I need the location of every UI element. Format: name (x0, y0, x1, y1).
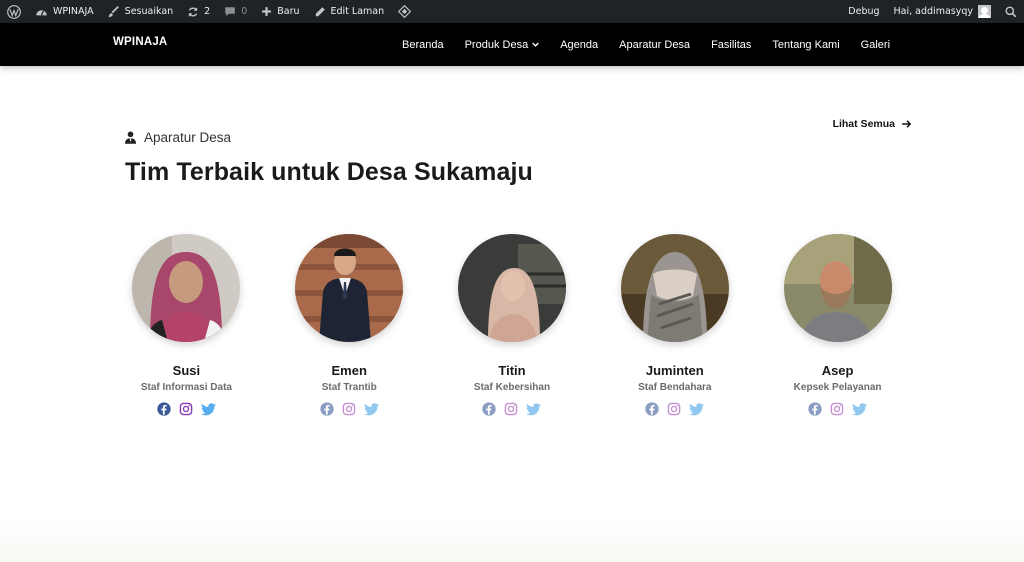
brush-icon (108, 5, 119, 17)
debug-label: Debug (848, 6, 880, 17)
member-role: Staf Informasi Data (140, 382, 232, 393)
instagram-icon[interactable] (667, 402, 681, 416)
comments-count: 0 (241, 6, 248, 17)
updates-count: 2 (204, 6, 211, 17)
member-name: Asep (821, 363, 854, 378)
customize-link[interactable]: Sesuaikan (101, 0, 180, 23)
member-socials (157, 402, 216, 416)
avatar (978, 5, 991, 18)
nav-produk-desa-label: Produk Desa (464, 38, 529, 51)
comments-link[interactable]: 0 (217, 0, 254, 23)
member-role: Staf Trantib (321, 382, 377, 393)
nav-galeri[interactable]: Galeri (861, 39, 890, 51)
member-photo (295, 234, 404, 342)
next-section-edge (0, 515, 1024, 562)
section-eyebrow: Aparatur Desa (125, 130, 231, 145)
member-socials (808, 402, 868, 416)
member-socials (645, 402, 705, 416)
edit-label: Edit Laman (330, 6, 385, 17)
nav-fasilitas[interactable]: Fasilitas (711, 39, 751, 51)
site-header: WPINAJA Beranda Produk Desa Agenda Apara… (0, 23, 1024, 66)
facebook-icon[interactable] (320, 402, 334, 416)
wp-admin-bar: WPINAJA Sesuaikan 2 0 Baru Edit Laman De… (0, 0, 1024, 23)
arrow-right-icon (902, 120, 912, 128)
facebook-icon[interactable] (482, 402, 497, 416)
greeting: Hai, addimasyqy (893, 6, 973, 17)
twitter-icon[interactable] (526, 402, 542, 416)
debug-link[interactable]: Debug (841, 0, 886, 23)
site-logo[interactable]: WPINAJA (113, 36, 167, 48)
refresh-icon (188, 6, 198, 17)
user-tie-icon (125, 131, 136, 144)
member-socials (482, 402, 542, 416)
pencil-icon (315, 6, 325, 16)
chevron-down-icon (532, 42, 539, 47)
nav-agenda[interactable]: Agenda (560, 39, 598, 51)
account-menu[interactable]: Hai, addimasyqy (887, 0, 998, 23)
nav-aparatur-desa[interactable]: Aparatur Desa (619, 39, 690, 51)
team-member: Emen Staf Trantib (268, 234, 431, 416)
admin-search-icon[interactable] (998, 0, 1024, 23)
nav-produk-desa[interactable]: Produk Desa (465, 39, 540, 51)
new-content-link[interactable]: Baru (254, 0, 306, 23)
facebook-icon[interactable] (157, 402, 171, 416)
new-label: Baru (277, 6, 300, 17)
nav-tentang-kami[interactable]: Tentang Kami (772, 39, 839, 51)
member-role: Kepsek Pelayanan (793, 382, 882, 393)
member-photo (132, 234, 241, 342)
member-name: Titin (498, 363, 526, 378)
see-all-label: Lihat Semua (832, 118, 895, 130)
plus-icon (262, 7, 272, 16)
eyebrow-label: Aparatur Desa (144, 130, 232, 145)
see-all-link[interactable]: Lihat Semua (833, 118, 912, 130)
twitter-icon[interactable] (689, 402, 705, 416)
member-socials (320, 402, 379, 416)
instagram-icon[interactable] (342, 402, 356, 416)
site-name: WPINAJA (53, 6, 94, 17)
twitter-icon[interactable] (852, 402, 868, 416)
team-member: Asep Kepsek Pelayanan (756, 234, 919, 416)
plugin-diamond-icon[interactable] (391, 0, 418, 23)
wordpress-logo-icon[interactable] (0, 0, 28, 23)
team-member: Susi Staf Informasi Data (105, 234, 268, 416)
site-name-link[interactable]: WPINAJA (28, 0, 101, 23)
member-name: Juminten (645, 363, 704, 378)
team-member: Juminten Staf Bendahara (593, 234, 756, 416)
instagram-icon[interactable] (179, 402, 193, 416)
member-role: Staf Bendahara (638, 382, 712, 393)
nav-beranda[interactable]: Beranda (402, 39, 444, 51)
comment-icon (225, 6, 236, 16)
section-title: Tim Terbaik untuk Desa Sukamaju (125, 158, 533, 186)
member-photo (620, 234, 729, 342)
dashboard-icon (36, 10, 47, 16)
member-photo (457, 234, 566, 342)
customize-label: Sesuaikan (124, 6, 174, 17)
instagram-icon[interactable] (504, 402, 518, 416)
instagram-icon[interactable] (830, 402, 844, 416)
member-name: Emen (331, 363, 367, 378)
member-photo (783, 234, 892, 342)
twitter-icon[interactable] (363, 402, 379, 416)
member-name: Susi (172, 363, 201, 378)
main-nav: Beranda Produk Desa Agenda Aparatur Desa… (402, 23, 890, 66)
team-member: Titin Staf Kebersihan (431, 234, 594, 416)
edit-page-link[interactable]: Edit Laman (307, 0, 392, 23)
updates-link[interactable]: 2 (180, 0, 217, 23)
facebook-icon[interactable] (808, 402, 822, 416)
facebook-icon[interactable] (645, 402, 659, 416)
member-role: Staf Kebersihan (473, 382, 551, 393)
team-list: Susi Staf Informasi Data Emen Staf Trant… (105, 234, 919, 416)
twitter-icon[interactable] (200, 402, 216, 416)
